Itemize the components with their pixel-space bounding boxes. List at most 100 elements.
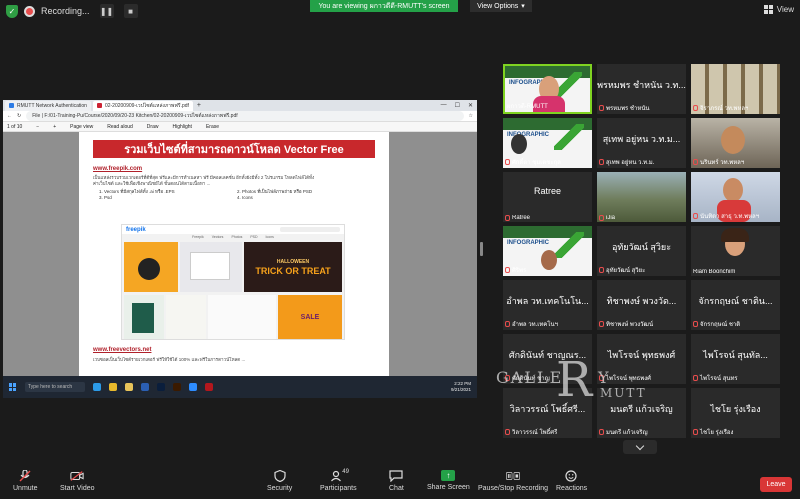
page-view-button[interactable]: Page view (70, 124, 93, 130)
view-options-button[interactable]: View Options ▾ (470, 0, 532, 12)
freevectors-link[interactable]: www.freevectors.net (93, 347, 151, 353)
participant-big-name: สุเทพ อยู่หน ว.ท.ม... (602, 134, 681, 144)
explorer-icon[interactable] (125, 383, 133, 391)
participant-tile[interactable]: ไพโรจน์ สุนทัล... ไพโรจน์ สุนทร (691, 334, 780, 384)
participant-name: วิลาวรรณ์ โพธิ์ศรี (505, 427, 557, 437)
browser-tab-strip: RMUTT Network Authentication 02-20200909… (3, 100, 477, 111)
word-icon[interactable] (141, 383, 149, 391)
freepik-tab: PSD (250, 235, 258, 239)
unmute-button[interactable]: Unmute (13, 470, 38, 492)
maximize-icon[interactable]: ☐ (455, 102, 460, 109)
windows-start-icon[interactable] (9, 383, 17, 391)
minimize-icon[interactable]: — (441, 102, 447, 109)
chrome-icon[interactable] (109, 383, 117, 391)
participant-tile[interactable]: สุเทพ อยู่หน ว.ท.ม... สุเทพ อยู่หน ว.ท.ม… (597, 118, 686, 168)
name-text: สุเทพ อยู่หน ว.ท.ม. (606, 160, 655, 166)
trick-or-treat-text: TRICK OR TREAT (255, 266, 331, 276)
browser-tab-network-auth[interactable]: RMUTT Network Authentication (5, 100, 91, 111)
acrobat-icon[interactable] (205, 383, 213, 391)
read-aloud-button[interactable]: Read aloud (107, 124, 133, 130)
participant-tile[interactable]: พรหมพร ชำหนัน ว.ท... พรหมพร ชำหนัน (597, 64, 686, 114)
start-video-label: Start Video (60, 485, 95, 492)
participant-tile[interactable]: จิราภรณ์ วท.พหลฯ (691, 64, 780, 114)
participant-name: ไชโย รุ่งเรือง (693, 427, 733, 437)
favorites-icon[interactable]: ☆ (469, 113, 473, 119)
chat-button[interactable]: Chat (389, 470, 404, 492)
participant-name: ผกาวดี-RMUTT (507, 101, 548, 111)
participant-tile[interactable]: อุทัยวัฒน์ สุวิยะ อุทัยวัฒน์ สุวิยะ (597, 226, 686, 276)
pause-recording-icon[interactable]: ❚❚ (99, 4, 114, 18)
name-text: ศิริพร (512, 268, 527, 274)
participant-tile[interactable]: จักรกฤษณ์ ชาติน... จักรกฤษณ์ ชาติ (691, 280, 780, 330)
pdf-list: 1. Vectors ที่มีสกุลไฟล์ทั้ง .ai หรือ .E… (99, 189, 375, 201)
participant-tile[interactable]: อำพล วท.เทคโนโน... อำพล วท.เทคโนฯ (503, 280, 592, 330)
participant-name: นันทิดา สาธุ ว.ท.พหลฯ (693, 211, 759, 221)
share-screen-button[interactable]: ↑ Share Screen (427, 470, 470, 491)
muted-mic-icon (505, 429, 510, 435)
participant-tile[interactable]: Ratree Ratree (503, 172, 592, 222)
erase-button[interactable]: Erase (206, 124, 219, 130)
participant-name: จิราภรณ์ วท.พหลฯ (693, 103, 748, 113)
draw-button[interactable]: Draw (147, 124, 159, 130)
grid-view-icon (763, 5, 773, 14)
participant-name: อุทัยวัฒน์ สุวิยะ (599, 265, 645, 275)
gallery-next-page-button[interactable] (623, 440, 657, 454)
new-tab-icon[interactable]: + (197, 102, 201, 109)
back-icon[interactable]: ← (7, 113, 12, 119)
pdf-viewer[interactable]: รวมเว็บไซต์ที่สามารถดาวน์โหลด Vector Fre… (3, 132, 477, 376)
recording-label: Recording... (41, 6, 90, 16)
participant-tile[interactable]: นันทิดา สาธุ ว.ท.พหลฯ (691, 172, 780, 222)
illustrator-icon[interactable] (173, 383, 181, 391)
pdf-paragraph: เป็นแหล่งรวบรวมเวกเตอร์ที่ดีที่สุด ฟรีแล… (93, 175, 375, 187)
pause-stop-recording-button[interactable]: Pause/Stop Recording (478, 470, 548, 492)
edge-icon[interactable] (93, 383, 101, 391)
muted-mic-icon (599, 321, 604, 327)
resize-splitter[interactable] (480, 242, 483, 256)
pdf-title: รวมเว็บไซต์ที่สามารถดาวน์โหลด Vector Fre… (93, 140, 375, 158)
participant-hair (721, 228, 749, 242)
freepik-link[interactable]: www.freepik.com (93, 166, 389, 172)
participant-big-name: อำพล วท.เทคโนโน... (506, 296, 589, 306)
highlight-button[interactable]: Highlight (172, 124, 191, 130)
zoom-out-icon[interactable]: − (36, 124, 39, 130)
url-field[interactable]: File | F:/01-Training-Pu/Course/2020/09/… (26, 111, 464, 121)
name-text: จิราภรณ์ วท.พหลฯ (700, 106, 749, 112)
start-video-button[interactable]: Start Video (60, 470, 95, 492)
participant-tile[interactable]: iJia (597, 172, 686, 222)
watermark-text: GALLE (496, 368, 564, 387)
leave-button[interactable]: Leave (760, 477, 792, 492)
reload-icon[interactable]: ↻ (17, 113, 21, 119)
shield-icon[interactable]: ✓ (6, 4, 18, 18)
page-info[interactable]: 1 of 10 (7, 124, 22, 130)
muted-microphone-icon (18, 470, 32, 482)
participant-tile[interactable]: INFOGRAPHIC ผกาวดี-RMUTT (503, 64, 592, 114)
shared-screen[interactable]: RMUTT Network Authentication 02-20200909… (3, 100, 477, 398)
zoom-in-icon[interactable]: + (53, 124, 56, 130)
security-button[interactable]: Security (267, 470, 292, 492)
participant-tile[interactable]: INFOGRAPHIC ศิริพร (503, 226, 592, 276)
participant-tile[interactable]: นรินทร์ วท.พหลฯ (691, 118, 780, 168)
participant-big-name: Ratree (533, 186, 561, 196)
freepik-logo: freepik (126, 226, 146, 233)
name-text: iJia (606, 215, 616, 221)
photoshop-icon[interactable] (157, 383, 165, 391)
participant-tile[interactable]: Riam Boonchim (691, 226, 780, 276)
stop-recording-icon[interactable]: ■ (123, 4, 138, 18)
taskbar-search[interactable]: Type here to search (25, 382, 85, 392)
pdf-paragraph-2: เวบซอลเป็นเว็บไซต์รายเวกเตอร์ ฟรีให้ใช้ไ… (93, 357, 246, 362)
window-controls: — ☐ ✕ (441, 102, 477, 109)
view-button[interactable]: View (763, 5, 794, 14)
freepik-tab: Photos (231, 235, 243, 239)
reactions-button[interactable]: Reactions (556, 470, 587, 492)
zoom-app-icon[interactable] (189, 383, 197, 391)
list-item: 3. Psd (99, 195, 112, 200)
close-icon[interactable]: ✕ (468, 102, 473, 109)
chevron-down-icon (635, 441, 645, 450)
participant-tile[interactable]: ทิชาพงษ์ พวงวัด... ทิชาพงษ์ พวงวัฒน์ (597, 280, 686, 330)
participant-tile[interactable]: ไชโย รุ่งเรือง ไชโย รุ่งเรือง (691, 388, 780, 438)
browser-tab-pdf[interactable]: 02-20200909-เวปไซต์แหล่งภาพฟรี.pdf (92, 100, 193, 111)
participants-button[interactable]: 49 Participants (320, 469, 357, 492)
name-text: นันทิดา สาธุ ว.ท.พหลฯ (700, 214, 760, 220)
participant-big-name: พรหมพร ชำหนัน ว.ท... (597, 80, 686, 90)
participant-tile[interactable]: INFOGRAPHIC ศักดิ์ดา ชุมเตชะกุล (503, 118, 592, 168)
